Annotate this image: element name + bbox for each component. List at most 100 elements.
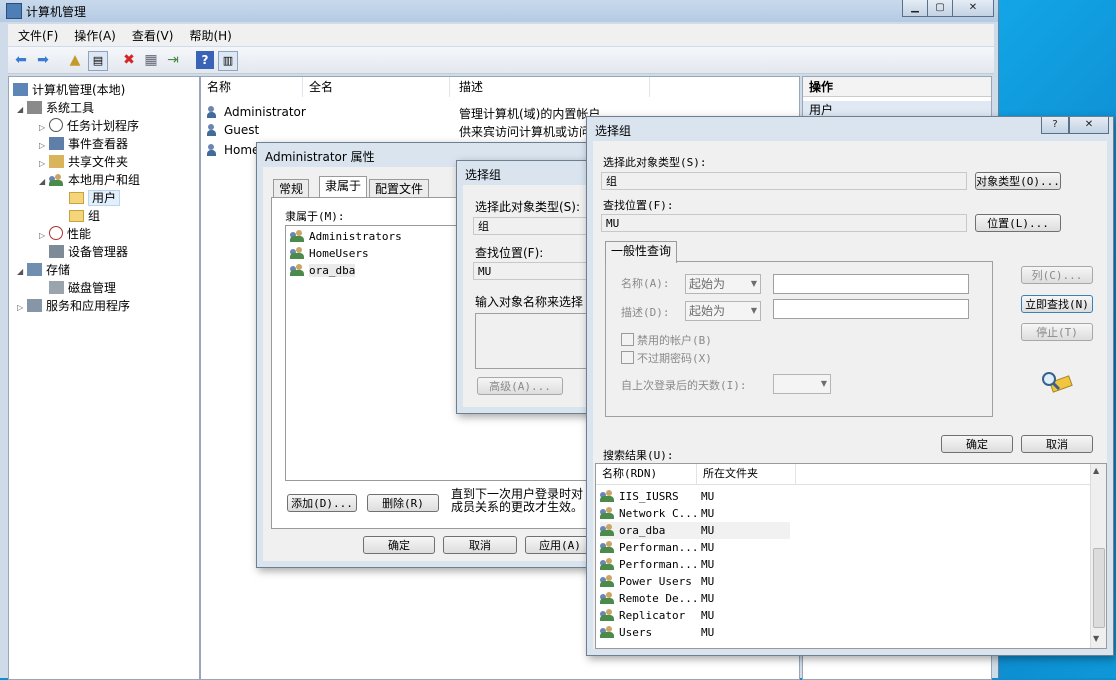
tree-item-performance[interactable]: ▷ 性能 xyxy=(39,225,91,242)
device-manager-icon xyxy=(49,245,64,258)
ok-button[interactable]: 确定 xyxy=(363,536,435,554)
add-button[interactable]: 添加(D)... xyxy=(287,494,357,512)
column-header-name[interactable]: 名称(RDN) xyxy=(596,464,697,484)
tab-member-of[interactable]: 隶属于 xyxy=(319,176,368,198)
table-row[interactable]: Power Users MU xyxy=(600,573,714,590)
collapsed-arrow-icon[interactable]: ▷ xyxy=(39,231,49,240)
object-types-button[interactable]: 对象类型(O)... xyxy=(975,172,1061,190)
minimize-button[interactable]: ▁ xyxy=(902,0,928,17)
menu-action[interactable]: 操作(A) xyxy=(68,24,122,47)
scroll-up-icon[interactable]: ▲ xyxy=(1093,466,1099,475)
object-type-field: 组 xyxy=(601,172,967,190)
locations-button[interactable]: 位置(L)... xyxy=(975,214,1061,232)
list-item[interactable]: Administrator xyxy=(207,105,306,119)
collapsed-arrow-icon[interactable]: ▷ xyxy=(39,159,49,168)
table-row[interactable]: Performan... MU xyxy=(600,539,714,556)
vertical-scrollbar[interactable]: ▲ ▼ xyxy=(1090,464,1106,648)
name-input[interactable] xyxy=(773,274,969,294)
ok-button[interactable]: 确定 xyxy=(941,435,1013,453)
tree-item-groups[interactable]: 组 xyxy=(69,207,100,224)
back-arrow-icon[interactable]: ⬅ xyxy=(12,51,30,69)
show-hide-action-pane-icon[interactable]: ▥ xyxy=(218,51,238,71)
table-row[interactable]: ora_dba MU xyxy=(600,522,790,539)
group-icon xyxy=(600,524,616,536)
advanced-button[interactable]: 高级(A)... xyxy=(477,377,563,395)
remove-button[interactable]: 删除(R) xyxy=(367,494,439,512)
group-icon xyxy=(600,592,616,604)
toolbar: ⬅ ➡ ▲ ▤ ✖ ▦ ⇥ ? ▥ xyxy=(8,47,994,74)
find-now-button[interactable]: 立即查找(N) xyxy=(1021,295,1093,313)
table-row[interactable]: Performan... MU xyxy=(600,556,714,573)
list-item[interactable]: ora_dba xyxy=(290,262,356,279)
scroll-down-icon[interactable]: ▼ xyxy=(1093,634,1099,643)
days-since-logon-select[interactable]: ▼ xyxy=(773,374,831,394)
title-bar[interactable] xyxy=(0,0,998,22)
forward-arrow-icon[interactable]: ➡ xyxy=(34,51,52,69)
window-title: 计算机管理 xyxy=(26,5,87,19)
name-mode-select[interactable]: 起始为 ▼ xyxy=(685,274,761,294)
column-header-fullname[interactable]: 全名 xyxy=(303,77,450,97)
search-magnifier-icon xyxy=(1039,369,1075,395)
scrollbar-thumb[interactable] xyxy=(1093,548,1105,628)
column-header-name[interactable]: 名称 xyxy=(201,77,303,97)
non-expiring-password-checkbox[interactable]: 不过期密码(X) xyxy=(621,350,712,366)
tab-common-queries[interactable]: 一般性查询 xyxy=(605,241,678,263)
collapsed-arrow-icon[interactable]: ▷ xyxy=(17,303,27,312)
help-button[interactable]: ? xyxy=(1041,117,1069,134)
table-row[interactable]: IIS_IUSRS MU xyxy=(600,488,714,505)
columns-button[interactable]: 列(C)... xyxy=(1021,266,1093,284)
list-item[interactable]: Guest xyxy=(207,123,259,137)
list-item[interactable]: Home xyxy=(207,143,259,157)
expanded-arrow-icon[interactable]: ◢ xyxy=(17,105,27,114)
menu-help[interactable]: 帮助(H) xyxy=(183,24,237,47)
list-item[interactable]: HomeUsers xyxy=(290,245,369,262)
group-icon xyxy=(600,558,616,570)
maximize-button[interactable]: ▢ xyxy=(927,0,953,17)
table-row[interactable]: Remote De... MU xyxy=(600,590,714,607)
table-row[interactable]: Replicator MU xyxy=(600,607,714,624)
expanded-arrow-icon[interactable]: ◢ xyxy=(39,177,49,186)
tab-general[interactable]: 常规 xyxy=(273,179,310,198)
expanded-arrow-icon[interactable]: ◢ xyxy=(17,267,27,276)
tree-item-computer-management[interactable]: 计算机管理(本地) xyxy=(13,81,125,98)
help-icon[interactable]: ? xyxy=(196,51,214,69)
close-icon[interactable]: ✕ xyxy=(1069,117,1109,134)
menu-file[interactable]: 文件(F) xyxy=(12,24,64,47)
table-row[interactable]: Users MU xyxy=(600,624,714,641)
description-input[interactable] xyxy=(773,299,969,319)
cancel-button[interactable]: 取消 xyxy=(1021,435,1093,453)
collapsed-arrow-icon[interactable]: ▷ xyxy=(39,123,49,132)
tree-item-services-apps[interactable]: ▷ 服务和应用程序 xyxy=(17,297,130,314)
tab-profile[interactable]: 配置文件 xyxy=(369,179,430,198)
list-item[interactable]: Administrators xyxy=(290,228,402,245)
enter-object-label: 输入对象名称来选择 xyxy=(475,295,584,309)
tree-item-local-users-groups[interactable]: ◢ 本地用户和组 xyxy=(39,171,140,188)
properties-icon[interactable]: ▦ xyxy=(142,51,160,69)
tree-item-storage[interactable]: ◢ 存储 xyxy=(17,261,70,278)
tree-item-disk-management[interactable]: 磁盘管理 xyxy=(49,279,116,296)
tree-item-task-scheduler[interactable]: ▷ 任务计划程序 xyxy=(39,117,139,134)
clock-icon xyxy=(49,118,63,132)
cancel-button[interactable]: 取消 xyxy=(443,536,517,554)
object-type-label: 选择此对象类型(S): xyxy=(475,200,581,214)
tree-item-users[interactable]: 用户 xyxy=(69,189,121,206)
tree-item-event-viewer[interactable]: ▷ 事件查看器 xyxy=(39,135,128,152)
table-row[interactable]: Network C... MU xyxy=(600,505,714,522)
collapsed-arrow-icon[interactable]: ▷ xyxy=(39,141,49,150)
stop-button[interactable]: 停止(T) xyxy=(1021,323,1093,341)
tree-item-shared-folders[interactable]: ▷ 共享文件夹 xyxy=(39,153,128,170)
menu-view[interactable]: 查看(V) xyxy=(126,24,180,47)
show-hide-tree-icon[interactable]: ▤ xyxy=(88,51,108,71)
close-button[interactable]: ✕ xyxy=(952,0,994,17)
description-mode-select[interactable]: 起始为 ▼ xyxy=(685,301,761,321)
column-header-folder[interactable]: 所在文件夹 xyxy=(697,464,796,484)
column-header-description[interactable]: 描述 xyxy=(453,77,650,97)
up-folder-icon[interactable]: ▲ xyxy=(66,51,84,69)
select-group-dialog: 选择组 ? ✕ 选择此对象类型(S): 组 对象类型(O)... 查找位置(F)… xyxy=(586,116,1114,656)
delete-icon[interactable]: ✖ xyxy=(120,51,138,69)
export-list-icon[interactable]: ⇥ xyxy=(164,51,182,69)
tree-item-device-manager[interactable]: 设备管理器 xyxy=(49,243,128,260)
apply-button[interactable]: 应用(A) xyxy=(525,536,595,554)
tree-item-system-tools[interactable]: ◢ 系统工具 xyxy=(17,99,94,116)
disabled-accounts-checkbox[interactable]: 禁用的帐户(B) xyxy=(621,332,712,348)
